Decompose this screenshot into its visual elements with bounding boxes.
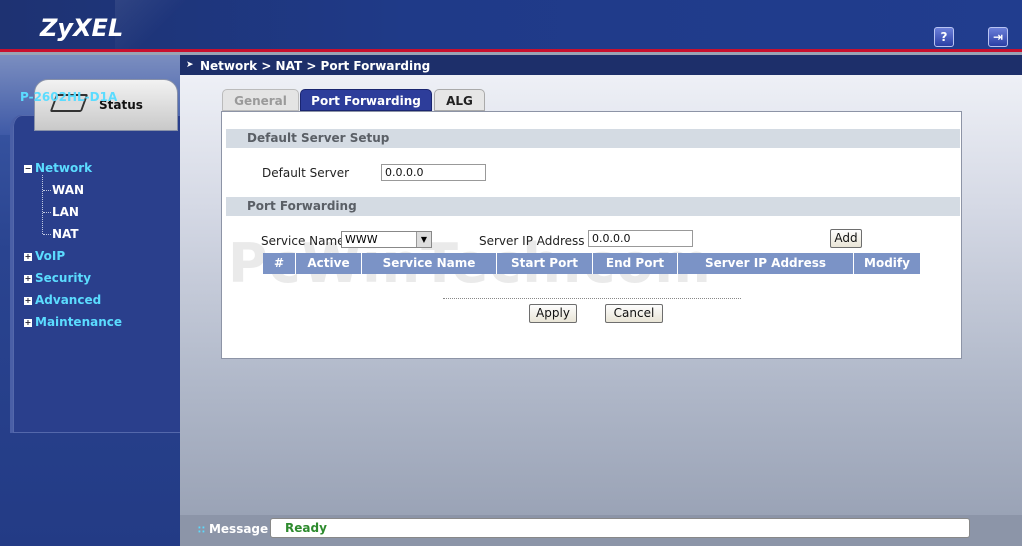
tab-general[interactable]: General bbox=[222, 89, 299, 111]
expand-icon[interactable]: + bbox=[24, 297, 32, 305]
service-name-value: WWW bbox=[345, 233, 378, 246]
sidebar-item-wan[interactable]: WAN bbox=[52, 183, 84, 197]
column-header: Modify bbox=[854, 253, 920, 274]
divider bbox=[443, 298, 741, 299]
sidebar-item-label: Network bbox=[35, 161, 93, 175]
collapse-icon[interactable]: − bbox=[24, 165, 32, 173]
chevron-right-icon: ➤ bbox=[186, 60, 194, 70]
server-ip-label: Server IP Address bbox=[479, 234, 585, 248]
column-header: Server IP Address bbox=[678, 253, 854, 274]
cancel-button[interactable]: Cancel bbox=[605, 304, 663, 323]
breadcrumb: Network > NAT > Port Forwarding bbox=[200, 59, 431, 73]
zyxel-logo: ZyXEL bbox=[40, 14, 124, 42]
rules-table-header: # Active Service Name Start Port End Por… bbox=[263, 253, 920, 274]
column-header: Active bbox=[296, 253, 362, 274]
expand-icon[interactable]: + bbox=[24, 275, 32, 283]
service-name-label: Service Name bbox=[261, 234, 345, 248]
sidebar-item-nat[interactable]: NAT bbox=[52, 227, 79, 241]
sidebar-item-network[interactable]: − Network bbox=[24, 161, 92, 175]
expand-icon[interactable]: + bbox=[24, 253, 32, 261]
expand-icon[interactable]: + bbox=[24, 319, 32, 327]
sidebar-item-label: VoIP bbox=[35, 249, 66, 263]
sidebar-item-lan[interactable]: LAN bbox=[52, 205, 79, 219]
default-server-label: Default Server bbox=[262, 166, 350, 180]
section-title: Default Server Setup bbox=[247, 131, 390, 145]
sidebar-item-label: Advanced bbox=[35, 293, 102, 307]
sidebar-item-security[interactable]: + Security bbox=[24, 271, 91, 285]
logout-icon[interactable]: ⇥ bbox=[988, 27, 1008, 47]
section-default-server: Default Server Setup bbox=[226, 129, 960, 148]
column-header: # bbox=[263, 253, 296, 274]
tab-port-forwarding[interactable]: Port Forwarding bbox=[300, 89, 432, 111]
add-button[interactable]: Add bbox=[830, 229, 862, 248]
chevron-down-icon[interactable]: ▼ bbox=[416, 232, 431, 247]
sidebar-item-label: Maintenance bbox=[35, 315, 123, 329]
column-header: End Port bbox=[593, 253, 678, 274]
apply-button[interactable]: Apply bbox=[529, 304, 577, 323]
service-name-select[interactable]: WWW ▼ bbox=[341, 231, 432, 248]
device-name[interactable]: P-2602HL-D1A bbox=[20, 90, 117, 104]
sidebar-item-label: Security bbox=[35, 271, 92, 285]
status-tab[interactable]: Status bbox=[34, 79, 178, 131]
sidebar-item-advanced[interactable]: + Advanced bbox=[24, 293, 101, 307]
column-header: Start Port bbox=[497, 253, 593, 274]
section-title: Port Forwarding bbox=[247, 199, 357, 213]
server-ip-input[interactable] bbox=[588, 230, 693, 247]
default-server-input[interactable] bbox=[381, 164, 486, 181]
section-port-forwarding: Port Forwarding bbox=[226, 197, 960, 216]
message-box: Ready bbox=[270, 518, 970, 538]
top-header: ZyXEL ? ⇥ bbox=[0, 0, 1022, 52]
breadcrumb-bar: ➤ Network > NAT > Port Forwarding bbox=[180, 55, 1022, 75]
tab-alg[interactable]: ALG bbox=[434, 89, 485, 111]
message-label: ∷ Message bbox=[198, 522, 269, 536]
help-icon[interactable]: ? bbox=[934, 27, 954, 47]
status-message: Ready bbox=[285, 521, 327, 535]
grip-icon: ∷ bbox=[198, 525, 205, 536]
sidebar-item-voip[interactable]: + VoIP bbox=[24, 249, 65, 263]
column-header: Service Name bbox=[362, 253, 497, 274]
sidebar-item-maintenance[interactable]: + Maintenance bbox=[24, 315, 122, 329]
